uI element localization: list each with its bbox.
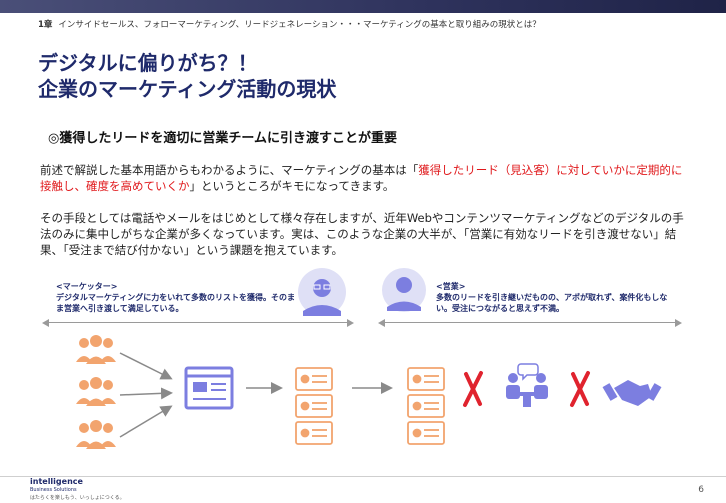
- footer-divider: [0, 476, 726, 477]
- web-form-icon: [184, 366, 234, 410]
- people-group-icon: [76, 420, 116, 449]
- flow-arrow: [119, 352, 173, 380]
- logo-tagline: はたらくを楽しもう、いっしょにつくる。: [30, 495, 125, 501]
- company-logo: intelligence Business Solutions はたらくを楽しも…: [30, 478, 125, 502]
- marketer-person-icon: [298, 268, 346, 316]
- meeting-icon: [506, 363, 548, 407]
- handshake-icon: [602, 380, 662, 406]
- cross-mark-icon: [570, 371, 590, 407]
- page-number: 6: [698, 485, 704, 495]
- sales-person-icon: [382, 268, 426, 312]
- flow-arrow: [119, 387, 173, 400]
- cross-mark-icon: [463, 371, 483, 407]
- logo-name: intelligence: [30, 477, 83, 486]
- flow-diagram: [76, 268, 662, 449]
- people-group-icon: [76, 335, 116, 364]
- lead-list-icon: [295, 367, 333, 445]
- flow-arrow: [119, 405, 173, 438]
- lead-list-icon: [407, 367, 445, 445]
- logo-subtitle: Business Solutions: [30, 487, 77, 493]
- people-group-icon: [76, 377, 116, 406]
